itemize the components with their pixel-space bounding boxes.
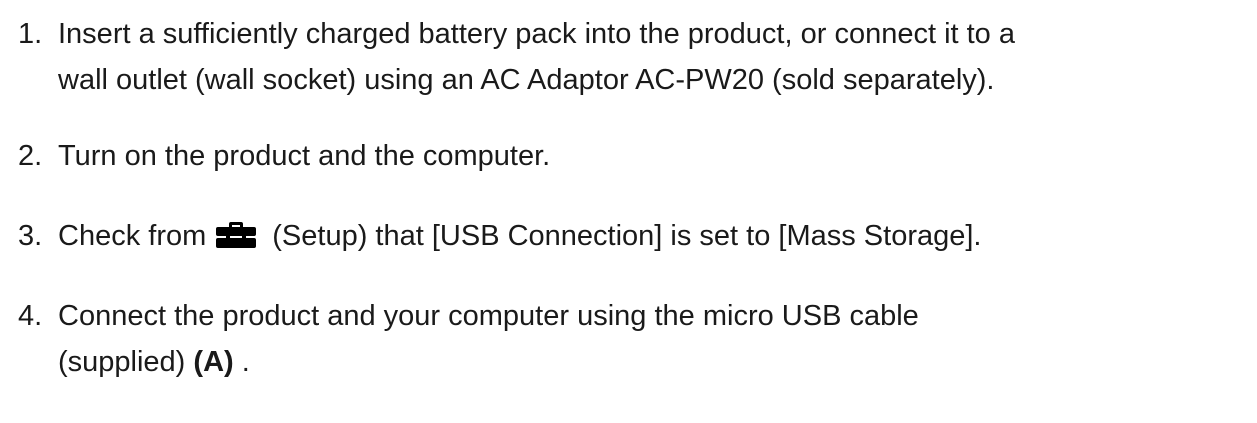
callout-label-a: (A) [193,346,234,378]
step-text-supplied: (supplied) [58,346,194,378]
step-number: 4. [18,300,43,332]
step-number: 1. [18,18,43,50]
step-number: 2. [18,140,43,172]
step-text: Check from (Setup) that [USB Connection]… [58,214,982,258]
step-text-end: . [233,346,250,378]
toolbox-setup-icon [214,218,258,248]
step-text-line-2: wall outlet (wall socket) using an AC Ad… [58,64,995,96]
instruction-steps: 1. Insert a sufficiently charged battery… [0,0,1257,423]
step-text-line-1: Connect the product and your computer us… [58,300,919,332]
step-text-after-icon: (Setup) that [USB Connection] is set to … [272,220,982,252]
step-text: Turn on the product and the computer. [58,140,551,172]
step-text-before-icon: Check from [58,220,207,252]
step-text-line-2: (supplied) (A) . [58,340,250,384]
step-number: 3. [18,220,43,252]
step-text-line-1: Insert a sufficiently charged battery pa… [58,18,1015,50]
